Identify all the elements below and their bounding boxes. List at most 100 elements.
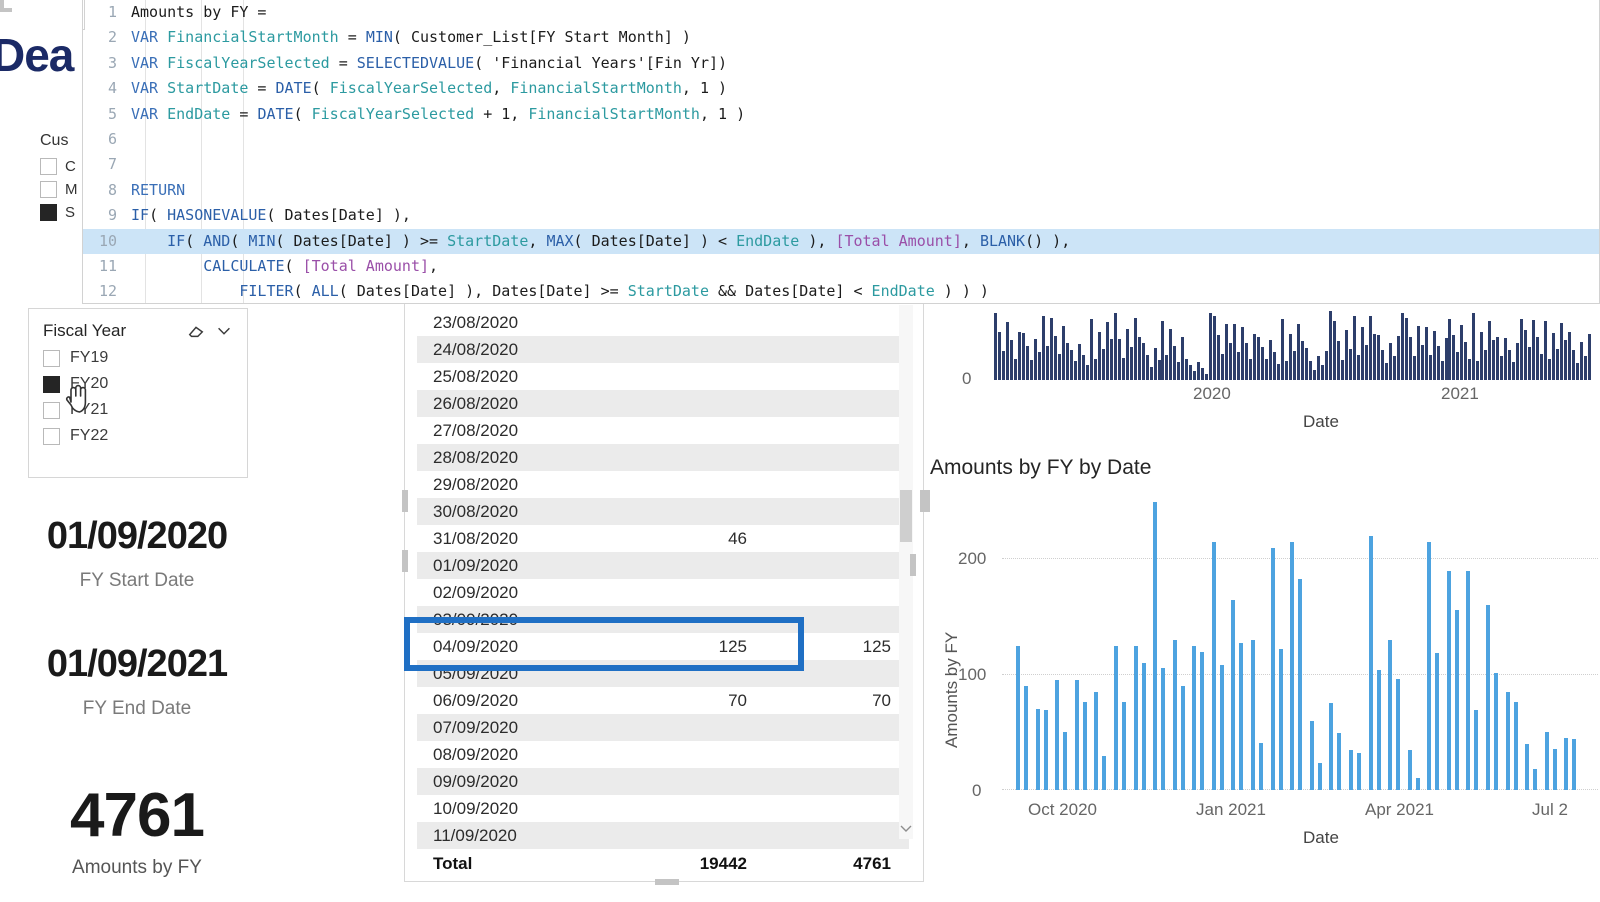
chart-bar[interactable] bbox=[1277, 364, 1281, 380]
table-row[interactable]: 25/08/2020 bbox=[417, 363, 909, 390]
fiscal-year-slicer-item-fy21[interactable]: FY21 bbox=[43, 401, 233, 419]
chart-bar[interactable] bbox=[1446, 570, 1451, 790]
chart-bar[interactable] bbox=[1540, 354, 1544, 380]
chart-bar[interactable] bbox=[1544, 321, 1548, 380]
resize-handle-corner[interactable] bbox=[0, 0, 12, 12]
dax-code[interactable]: 1 Amounts by FY = 2 VAR FinancialStartMonth… bbox=[83, 0, 1599, 303]
chart-bar[interactable] bbox=[1568, 332, 1572, 380]
chart-bar[interactable] bbox=[998, 332, 1001, 380]
chart-bar[interactable] bbox=[1189, 365, 1193, 380]
table-row[interactable]: 01/09/2020 bbox=[417, 552, 909, 579]
chart-bar[interactable] bbox=[1245, 342, 1249, 380]
chart-bar[interactable] bbox=[1308, 361, 1312, 380]
chart-bar[interactable] bbox=[1021, 332, 1025, 380]
chart-bar[interactable] bbox=[1239, 643, 1244, 790]
chart-bar[interactable] bbox=[1516, 342, 1520, 380]
chart-bar[interactable] bbox=[1525, 743, 1530, 790]
chart-bar[interactable] bbox=[1360, 326, 1364, 380]
chart-bar[interactable] bbox=[1460, 324, 1464, 380]
chart-bar[interactable] bbox=[1233, 324, 1237, 380]
chart-bar[interactable] bbox=[1420, 345, 1424, 380]
chart-bar[interactable] bbox=[1213, 316, 1217, 380]
dax-code-line[interactable]: 4 VAR StartDate = DATE( FiscalYearSelecte… bbox=[83, 76, 1599, 101]
chart-bar[interactable] bbox=[1165, 355, 1169, 380]
chart-bar[interactable] bbox=[1055, 680, 1060, 790]
chart-bar[interactable] bbox=[1480, 331, 1484, 380]
chart-bar[interactable] bbox=[1082, 702, 1087, 790]
checkbox-unchecked-icon[interactable] bbox=[43, 427, 60, 445]
chart-bar[interactable] bbox=[1492, 339, 1496, 380]
table-row[interactable]: 03/09/2020 bbox=[417, 606, 909, 633]
dax-code-line[interactable]: 9 IF( HASONEVALUE( Dates[Date] ), bbox=[83, 203, 1599, 228]
chart-bar[interactable] bbox=[1432, 331, 1436, 380]
chart-bar[interactable] bbox=[1253, 334, 1257, 380]
chart-total-amount-by-date[interactable]: 0 2020 2021 Date bbox=[928, 300, 1600, 440]
chart-bar[interactable] bbox=[1356, 752, 1361, 790]
fiscal-year-slicer[interactable]: Fiscal Year FY19 FY20 FY21 FY22 bbox=[28, 308, 248, 478]
chart-bar[interactable] bbox=[1014, 358, 1017, 380]
fiscal-year-slicer-item-fy19[interactable]: FY19 bbox=[43, 349, 233, 367]
chart-bar[interactable] bbox=[1231, 599, 1236, 790]
chart-bar[interactable] bbox=[1588, 334, 1592, 380]
chart-bar[interactable] bbox=[1225, 324, 1229, 380]
chart-bar[interactable] bbox=[1024, 686, 1028, 790]
resize-handle-left[interactable] bbox=[924, 490, 930, 512]
chart-bar[interactable] bbox=[1289, 333, 1293, 380]
chart-bar[interactable] bbox=[1180, 686, 1185, 790]
chart-bar[interactable] bbox=[1074, 680, 1079, 790]
chart-bar[interactable] bbox=[1424, 326, 1428, 380]
chart-bar[interactable] bbox=[1348, 749, 1353, 790]
chart-bar[interactable] bbox=[1564, 339, 1568, 380]
chart-bar[interactable] bbox=[1536, 337, 1540, 380]
chart-bar[interactable] bbox=[1241, 327, 1245, 380]
chart-bar[interactable] bbox=[1109, 339, 1113, 380]
chart-bar[interactable] bbox=[1073, 360, 1077, 380]
table-row[interactable]: 06/09/2020 70 70 bbox=[417, 687, 909, 714]
resize-handle-left[interactable] bbox=[402, 490, 408, 512]
chart-bar[interactable] bbox=[1448, 318, 1452, 380]
chart-bar[interactable] bbox=[1017, 332, 1021, 380]
table-row[interactable]: 04/09/2020 125 125 bbox=[417, 633, 909, 660]
chart-bar[interactable] bbox=[1221, 353, 1225, 380]
chart-bar[interactable] bbox=[1332, 321, 1336, 380]
chart-bar[interactable] bbox=[1217, 334, 1221, 380]
chart-bar[interactable] bbox=[1396, 335, 1400, 380]
checkbox-unchecked-icon[interactable] bbox=[40, 158, 57, 175]
chart-bar[interactable] bbox=[1328, 310, 1332, 380]
chart-bar[interactable] bbox=[1010, 340, 1013, 380]
chart-bar[interactable] bbox=[1117, 339, 1121, 380]
chart-bar[interactable] bbox=[1121, 701, 1126, 790]
dax-code-line[interactable]: 8 RETURN bbox=[83, 178, 1599, 203]
chart-bar[interactable] bbox=[1304, 348, 1308, 380]
chart-bar[interactable] bbox=[1278, 648, 1283, 790]
chart-bar[interactable] bbox=[1544, 732, 1549, 790]
chart-bar[interactable] bbox=[1388, 640, 1393, 790]
chevron-down-icon[interactable] bbox=[899, 821, 913, 835]
chart-amounts-by-fy-by-date[interactable]: Amounts by FY by Date Amounts by FY 0 10… bbox=[910, 448, 1600, 848]
chart-bar[interactable] bbox=[1157, 359, 1161, 380]
chart-bar[interactable] bbox=[1344, 329, 1348, 380]
dax-code-line[interactable]: 3 VAR FiscalYearSelected = SELECTEDVALUE(… bbox=[83, 51, 1599, 76]
chart-bar[interactable] bbox=[1197, 361, 1201, 380]
chart-bar[interactable] bbox=[1153, 347, 1157, 380]
table-row[interactable]: 28/08/2020 bbox=[417, 444, 909, 471]
chart-bar[interactable] bbox=[1057, 353, 1061, 380]
chart-bar[interactable] bbox=[1141, 342, 1145, 380]
chart-bar[interactable] bbox=[1400, 313, 1404, 380]
chart-bar[interactable] bbox=[1298, 579, 1303, 790]
chart-bar[interactable] bbox=[1093, 358, 1097, 380]
chart-bar[interactable] bbox=[1121, 357, 1125, 380]
chart-bar[interactable] bbox=[1576, 363, 1580, 380]
chart-bar[interactable] bbox=[1364, 344, 1368, 380]
chart-bar[interactable] bbox=[1043, 710, 1048, 790]
chart-bar[interactable] bbox=[1033, 338, 1037, 380]
chart-bar[interactable] bbox=[1533, 769, 1538, 790]
chart-bar[interactable] bbox=[1528, 346, 1532, 380]
chart-bar[interactable] bbox=[1415, 778, 1420, 790]
chart-bar[interactable] bbox=[1552, 748, 1557, 790]
table-row[interactable]: 07/09/2020 bbox=[417, 714, 909, 741]
chart-bar[interactable] bbox=[1376, 334, 1380, 380]
chart-bar[interactable] bbox=[1065, 342, 1069, 380]
chart-bar[interactable] bbox=[1435, 652, 1440, 790]
chart-bar[interactable] bbox=[1081, 354, 1085, 380]
